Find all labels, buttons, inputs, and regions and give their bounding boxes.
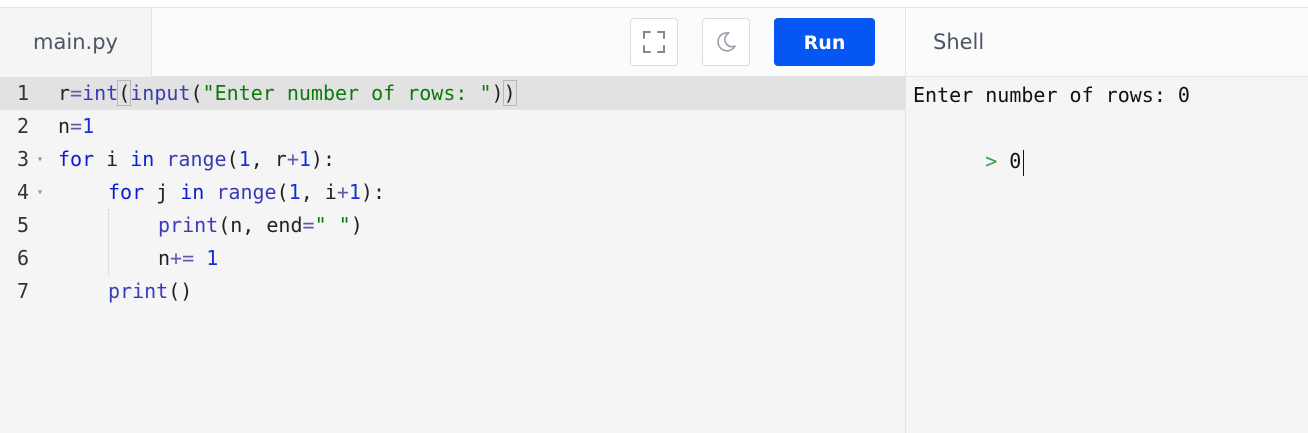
- code-token: ):: [360, 180, 386, 204]
- code-text: n+= 1: [158, 242, 218, 275]
- code-token: input: [130, 81, 191, 105]
- code-line[interactable]: 5 print(n, end=" "): [0, 209, 905, 242]
- code-token: 1: [288, 180, 301, 204]
- code-token: in: [180, 180, 205, 204]
- line-number: 6: [17, 246, 30, 270]
- shell-header: Shell: [905, 7, 1308, 77]
- shell-prompt: >: [985, 149, 998, 173]
- code-token: (: [190, 81, 203, 105]
- code-token: int: [82, 81, 119, 105]
- code-token: "Enter number of rows: ": [202, 81, 492, 105]
- code-token: ): [491, 81, 504, 105]
- code-text: for j in range(1, i+1):: [108, 176, 385, 209]
- code-line[interactable]: 6 n+= 1: [0, 242, 905, 275]
- code-line[interactable]: 7 print(): [0, 275, 905, 308]
- fold-toggle-icon[interactable]: ▾: [37, 143, 43, 176]
- line-number: 5: [17, 213, 30, 237]
- code-text: for i in range(1, r+1):: [58, 143, 335, 176]
- shell-output-line: Enter number of rows: 0: [913, 83, 1190, 107]
- code-token: i: [94, 147, 131, 171]
- line-number: 3: [17, 147, 30, 171]
- top-strip: [0, 0, 1308, 7]
- fold-toggle-icon[interactable]: ▾: [37, 176, 43, 209]
- code-token: ): [350, 213, 363, 237]
- fullscreen-icon: [643, 31, 665, 53]
- code-editor[interactable]: 1 r=int(input("Enter number of rows: ")) 2…: [0, 77, 905, 433]
- moon-icon: [717, 32, 736, 52]
- editor-toolbar: main.py Run: [0, 7, 905, 77]
- line-number: 1: [17, 81, 30, 105]
- code-token: (: [117, 80, 132, 106]
- code-token: for: [58, 147, 95, 171]
- theme-toggle-button[interactable]: [702, 18, 750, 66]
- code-token: r: [58, 81, 71, 105]
- code-token: (n, end: [218, 213, 303, 237]
- code-token: range: [216, 180, 277, 204]
- code-text: r=int(input("Enter number of rows: ")): [58, 77, 517, 110]
- code-line[interactable]: 1 r=int(input("Enter number of rows: ")): [0, 77, 905, 110]
- code-token: for: [108, 180, 145, 204]
- shell-input-value[interactable]: 0: [1009, 149, 1021, 173]
- code-text: print(n, end=" "): [158, 209, 363, 242]
- line-number: 4: [17, 180, 30, 204]
- code-token: j: [144, 180, 181, 204]
- fullscreen-button[interactable]: [630, 18, 678, 66]
- code-token: =: [70, 114, 83, 138]
- code-text: print(): [108, 275, 192, 308]
- code-token: in: [130, 147, 155, 171]
- code-token: +: [286, 147, 299, 171]
- code-token: , r: [250, 147, 287, 171]
- code-token: +=: [170, 246, 195, 270]
- code-token: 1: [298, 147, 311, 171]
- code-line[interactable]: 2 n=1: [0, 110, 905, 143]
- code-token: (): [168, 279, 193, 303]
- code-token: ): [502, 80, 517, 106]
- code-token: =: [302, 213, 315, 237]
- code-line[interactable]: 4 ▾ for j in range(1, i+1):: [0, 176, 905, 209]
- line-number: 2: [17, 114, 30, 138]
- code-token: n: [158, 246, 171, 270]
- code-token: " ": [314, 213, 351, 237]
- code-token: (: [226, 147, 239, 171]
- shell-title: Shell: [933, 30, 985, 54]
- code-token: =: [70, 81, 83, 105]
- online-python-ide: main.py Run Shell 1 r=int(input("Enter nu…: [0, 0, 1308, 433]
- code-token: print: [108, 279, 169, 303]
- code-token: +: [336, 180, 349, 204]
- code-text: n=1: [58, 110, 94, 143]
- code-token: , i: [300, 180, 337, 204]
- code-token: n: [58, 114, 71, 138]
- code-line[interactable]: 3 ▾ for i in range(1, r+1):: [0, 143, 905, 176]
- shell-input-line[interactable]: >0: [913, 112, 1025, 176]
- run-button[interactable]: Run: [774, 18, 875, 66]
- code-token: range: [166, 147, 227, 171]
- shell-output[interactable]: Enter number of rows: 0 >0: [905, 77, 1308, 433]
- code-token: 1: [348, 180, 361, 204]
- code-token: ):: [310, 147, 336, 171]
- code-token: (: [276, 180, 289, 204]
- code-token: 1: [206, 246, 219, 270]
- line-number: 7: [17, 279, 30, 303]
- file-tab-main[interactable]: main.py: [0, 8, 152, 77]
- text-cursor: [1023, 149, 1025, 176]
- code-token: print: [158, 213, 219, 237]
- code-token: 1: [82, 114, 95, 138]
- code-token: 1: [238, 147, 251, 171]
